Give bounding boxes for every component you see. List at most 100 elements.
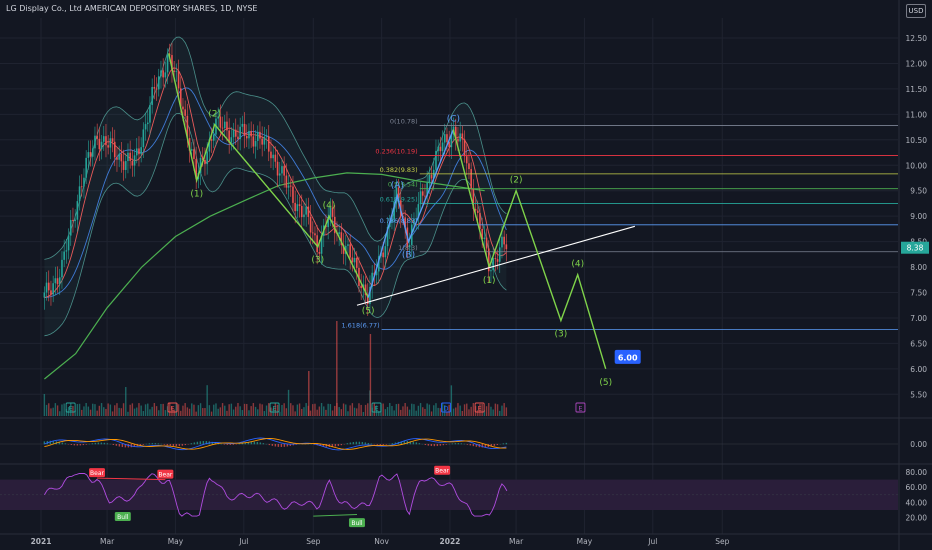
rsi-divergence-label: Bear <box>158 471 172 478</box>
volume-bar <box>391 405 393 416</box>
candle-body <box>175 71 178 72</box>
candle-body <box>234 129 237 137</box>
macd-histogram-bar <box>433 444 436 447</box>
volume-bar <box>114 405 116 416</box>
macd-histogram-bar <box>94 442 97 445</box>
volume-bar <box>323 406 325 416</box>
rsi-divergence-label: Bull <box>117 514 129 521</box>
rsi-tick-label: 80.00 <box>906 468 928 477</box>
candle-body <box>74 219 76 222</box>
candle-body <box>283 166 285 176</box>
macd-histogram-bar <box>157 443 160 445</box>
macd-histogram-bar <box>79 444 82 446</box>
candle-body <box>419 191 422 205</box>
volume-bar <box>243 403 246 416</box>
macd-tick-label: 0.00 <box>910 440 927 449</box>
price-tick-label: 9.00 <box>910 212 927 221</box>
volume-bar <box>334 405 336 416</box>
volume-bar <box>400 409 402 416</box>
candle-body <box>498 247 501 262</box>
candle-body <box>65 250 68 252</box>
macd-histogram-bar <box>364 442 367 445</box>
rsi-divergence-label: Bear <box>435 468 449 475</box>
macd-histogram-bar <box>379 444 382 445</box>
macd-histogram-bar <box>283 444 286 447</box>
volume-bar <box>213 404 215 416</box>
candle-body <box>230 137 233 143</box>
candle-body <box>177 71 180 89</box>
volume-bar <box>232 409 235 416</box>
candle-body <box>470 169 472 190</box>
price-chart[interactable]: 12.50 12.00 11.50 11.00 10.50 10.00 9.50 9.00 8.… <box>0 0 932 550</box>
wave-label: (5) <box>599 378 612 388</box>
macd-histogram-bar <box>115 444 118 446</box>
candle-body <box>111 138 114 142</box>
volume-bar <box>184 403 186 416</box>
candle-body <box>131 160 134 166</box>
candle-body <box>461 133 464 140</box>
time-tick-label: Sep <box>715 537 729 546</box>
volume-bar <box>92 403 94 416</box>
volume-bar <box>314 403 316 416</box>
candle-body <box>479 212 481 229</box>
candle-body <box>256 131 259 141</box>
macd-histogram-bar <box>178 444 181 447</box>
volume-bar <box>149 409 151 416</box>
candle-body <box>250 130 252 137</box>
macd-histogram-bar <box>220 443 223 445</box>
candle-body <box>494 258 497 260</box>
candle-body <box>67 235 70 251</box>
volume-bar <box>417 405 420 416</box>
wave-label: (B) <box>402 251 415 261</box>
macd-histogram-bar <box>259 442 262 445</box>
candle-body <box>226 121 228 131</box>
rsi-tick-label: 20.00 <box>906 514 928 523</box>
macd-histogram-bar <box>229 444 232 445</box>
candle-body <box>430 174 433 179</box>
volume-bar <box>384 409 387 416</box>
volume-bar <box>448 404 450 416</box>
volume-bar <box>56 405 59 416</box>
event-marker-label: E <box>69 405 73 413</box>
candle-body <box>54 278 57 284</box>
price-tick-label: 10.50 <box>906 136 928 145</box>
macd-histogram-bar <box>97 442 100 445</box>
candle-body <box>496 259 499 262</box>
volume-bar <box>457 403 459 416</box>
wave-label: (3) <box>555 329 568 339</box>
candle-body <box>120 153 123 162</box>
macd-histogram-bar <box>334 444 337 447</box>
time-tick-label: May <box>577 537 593 546</box>
volume-spike <box>369 334 372 416</box>
volume-bar <box>279 411 281 416</box>
macd-histogram-bar <box>385 444 388 445</box>
candle-body <box>353 257 356 263</box>
macd-histogram-bar <box>358 441 361 445</box>
macd-histogram-bar <box>466 444 469 445</box>
volume-bar <box>118 407 120 416</box>
price-tick-label: 6.00 <box>910 365 927 374</box>
macd-histogram-bar <box>142 444 145 445</box>
candle-body <box>468 163 470 170</box>
volume-bar <box>261 404 263 416</box>
candle-body <box>129 152 131 161</box>
candle-body <box>166 54 169 73</box>
candle-body <box>78 186 81 202</box>
wave-label: (1) <box>483 276 496 286</box>
volume-bar <box>472 403 475 416</box>
price-tick-label: 8.00 <box>910 263 927 272</box>
rsi-tick-label: 60.00 <box>906 483 928 492</box>
candle-body <box>278 173 281 176</box>
volume-bar <box>180 410 182 416</box>
macd-histogram-bar <box>166 444 169 446</box>
volume-bar <box>296 404 299 416</box>
time-tick-label: Nov <box>374 537 389 546</box>
volume-bar <box>239 406 241 416</box>
wave-projection-line <box>488 188 607 369</box>
volume-bar <box>217 408 219 416</box>
volume-bar <box>45 404 48 416</box>
candle-body <box>153 86 156 89</box>
time-tick-label: 2021 <box>31 537 52 546</box>
volume-bar <box>325 409 327 416</box>
macd-histogram-bar <box>268 444 271 446</box>
